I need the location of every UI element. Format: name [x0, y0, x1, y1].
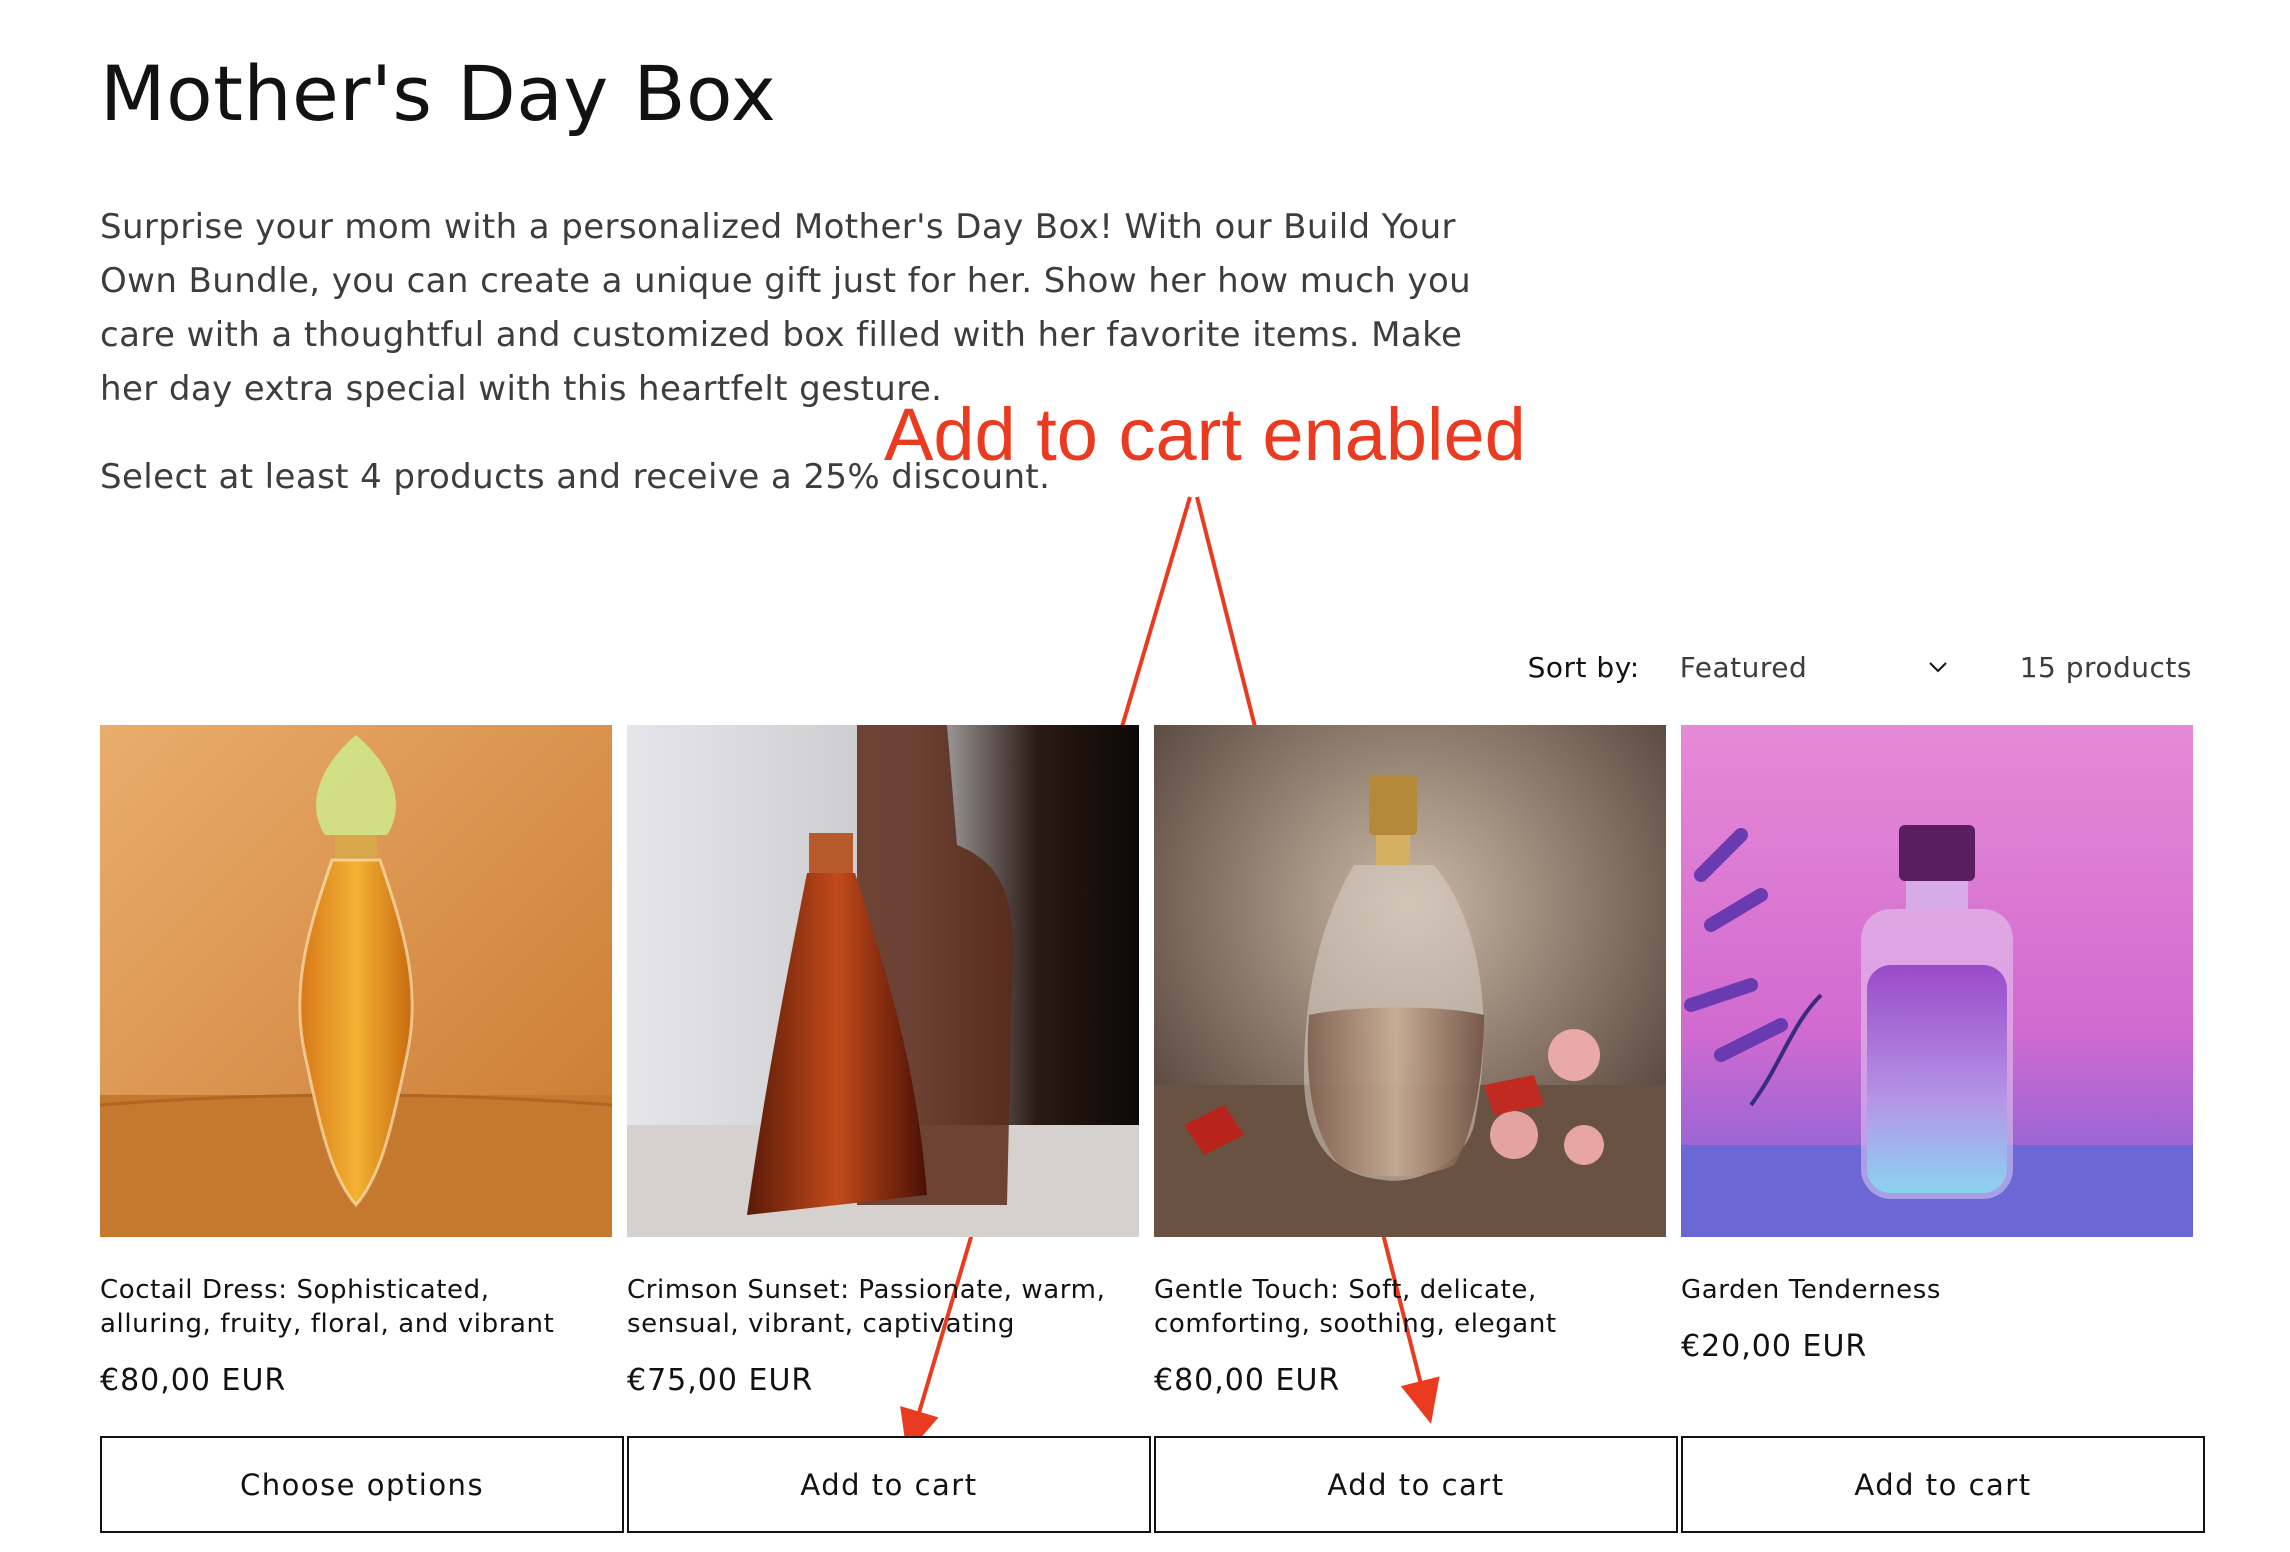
- red-glass-bottle-icon: [627, 725, 1139, 1237]
- sort-value: Featured: [1679, 650, 1808, 684]
- add-to-cart-button[interactable]: Add to cart: [1681, 1436, 2205, 1533]
- choose-options-button[interactable]: Choose options: [100, 1436, 624, 1533]
- product-card: Gentle Touch: Soft, delicate, comforting…: [1154, 725, 1678, 1535]
- amber-perfume-bottle-icon: [100, 725, 612, 1237]
- product-card: Coctail Dress: Sophisticated, alluring, …: [100, 725, 624, 1535]
- product-image[interactable]: [1681, 725, 2193, 1237]
- description-text: Surprise your mom with a personalized Mo…: [100, 207, 1472, 409]
- product-image[interactable]: [100, 725, 612, 1237]
- product-title[interactable]: Crimson Sunset: Passionate, warm, sensua…: [627, 1273, 1117, 1341]
- product-title[interactable]: Coctail Dress: Sophisticated, alluring, …: [100, 1273, 590, 1341]
- clear-perfume-bottle-icon: [1154, 725, 1666, 1237]
- product-count: 15 products: [2019, 650, 2192, 684]
- product-title[interactable]: Gentle Touch: Soft, delicate, comforting…: [1154, 1273, 1644, 1341]
- chevron-down-icon: [1928, 662, 1947, 673]
- add-to-cart-button[interactable]: Add to cart: [627, 1436, 1151, 1533]
- product-card: Crimson Sunset: Passionate, warm, sensua…: [627, 725, 1151, 1535]
- product-price: €80,00 EUR: [1154, 1363, 1341, 1398]
- product-price: €80,00 EUR: [100, 1363, 287, 1398]
- product-image[interactable]: [627, 725, 1139, 1237]
- product-image[interactable]: [1154, 725, 1666, 1237]
- product-price: €20,00 EUR: [1681, 1329, 1868, 1364]
- add-to-cart-button[interactable]: Add to cart: [1154, 1436, 1678, 1533]
- product-price: €75,00 EUR: [627, 1363, 814, 1398]
- page-title: Mother's Day Box: [100, 49, 777, 138]
- product-grid: Coctail Dress: Sophisticated, alluring, …: [100, 725, 2205, 1535]
- product-card: Garden Tenderness €20,00 EUR Add to cart: [1681, 725, 2205, 1535]
- collection-toolbar: Sort by: Featured 15 products: [1528, 642, 2192, 692]
- purple-lavender-bottle-icon: [1681, 725, 2193, 1237]
- sort-label: Sort by:: [1527, 650, 1640, 684]
- sort-select[interactable]: Featured: [1680, 651, 1950, 684]
- annotation-label: Add to cart enabled: [884, 393, 1526, 476]
